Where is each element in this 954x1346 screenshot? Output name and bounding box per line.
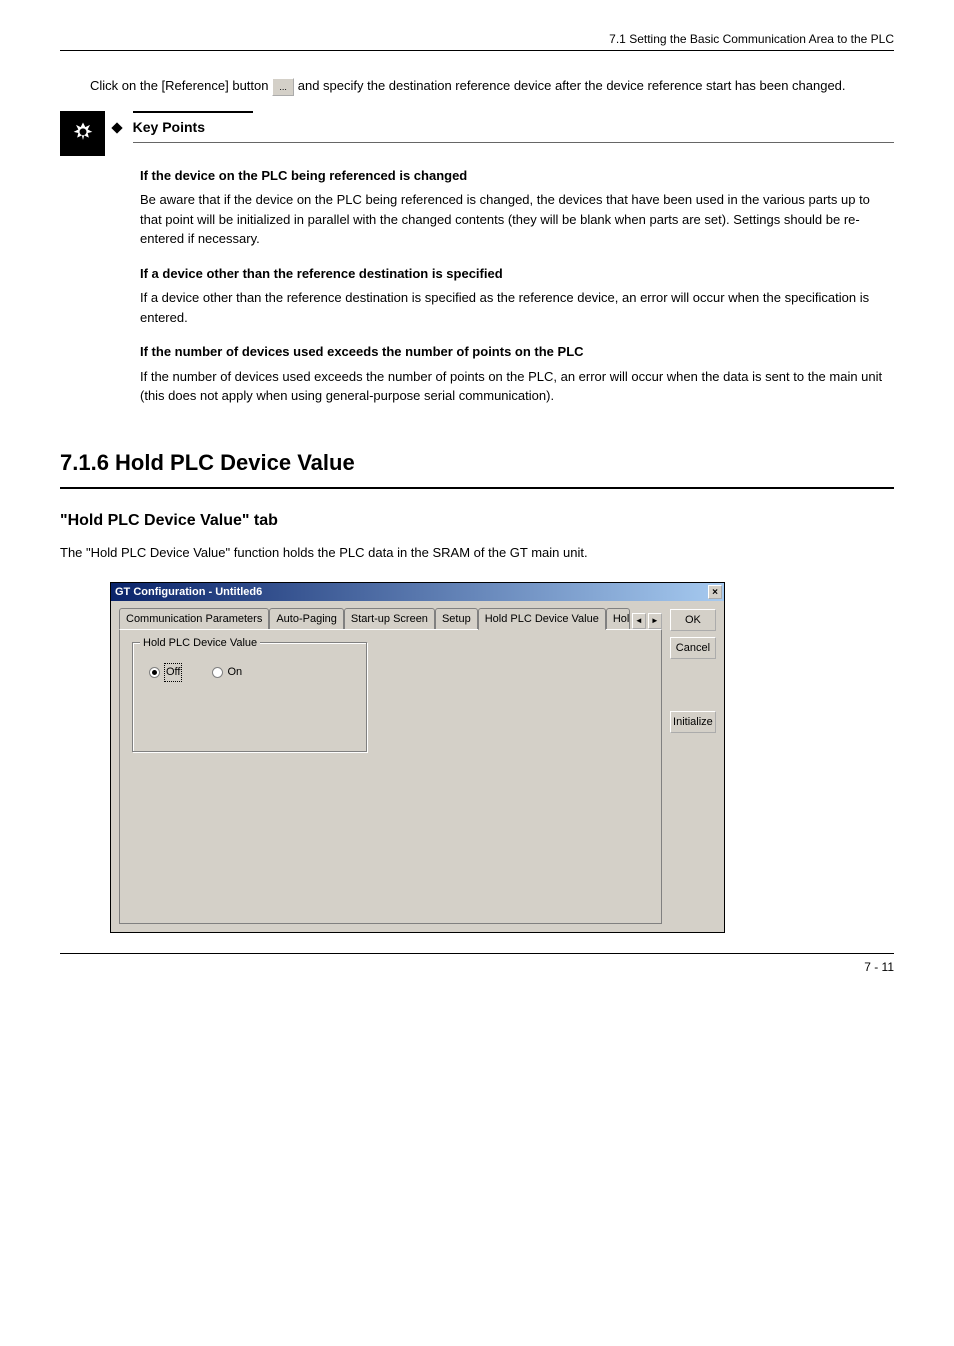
reference-paragraph: Click on the [Reference] button and spec… bbox=[90, 76, 894, 96]
header-right: 7.1 Setting the Basic Communication Area… bbox=[609, 30, 894, 48]
keypoints-title: Key Points bbox=[133, 119, 205, 135]
header-divider bbox=[60, 50, 894, 51]
radio-off[interactable]: Off bbox=[149, 663, 182, 682]
diamond-icon bbox=[111, 122, 122, 133]
keypoint-1-body: Be aware that if the device on the PLC b… bbox=[140, 190, 894, 249]
reference-text-pre: Click on the [Reference] button bbox=[90, 78, 272, 93]
radio-on-circle-icon bbox=[212, 667, 223, 678]
tab-scroll-right-icon[interactable]: ► bbox=[648, 613, 662, 629]
tab-content: Hold PLC Device Value Off On bbox=[119, 629, 662, 924]
section-heading: 7.1.6 Hold PLC Device Value bbox=[60, 446, 894, 479]
tabs-row: Communication Parameters Auto-Paging Sta… bbox=[119, 609, 662, 629]
keypoint-2-body: If a device other than the reference des… bbox=[140, 288, 894, 327]
tab-setup[interactable]: Setup bbox=[435, 608, 478, 630]
tab-communication-parameters[interactable]: Communication Parameters bbox=[119, 608, 269, 630]
reference-button-icon bbox=[272, 78, 294, 96]
close-icon[interactable]: × bbox=[708, 585, 722, 599]
section-divider bbox=[60, 487, 894, 489]
keypoint-3-body: If the number of devices used exceeds th… bbox=[140, 367, 894, 406]
initialize-button[interactable]: Initialize bbox=[670, 711, 716, 733]
subsection-heading: "Hold PLC Device Value" tab bbox=[60, 509, 894, 533]
radio-off-circle-icon bbox=[149, 667, 160, 678]
lightbulb-icon bbox=[60, 111, 105, 156]
tab-startup-screen[interactable]: Start-up Screen bbox=[344, 608, 435, 630]
keypoint-3-heading: If the number of devices used exceeds th… bbox=[140, 342, 894, 362]
keypoint-2-heading: If a device other than the reference des… bbox=[140, 264, 894, 284]
cancel-button[interactable]: Cancel bbox=[670, 637, 716, 659]
tab-partial[interactable]: Hol bbox=[606, 608, 630, 630]
page-number: 7 - 11 bbox=[60, 958, 894, 976]
radio-on-label: On bbox=[227, 664, 242, 681]
groupbox-title: Hold PLC Device Value bbox=[140, 635, 260, 652]
keypoint-1-heading: If the device on the PLC being reference… bbox=[140, 166, 894, 186]
radio-off-label: Off bbox=[164, 663, 182, 682]
reference-text-post: and specify the destination reference de… bbox=[298, 78, 846, 93]
keypoints-section: Key Points If the device on the PLC bein… bbox=[60, 111, 894, 406]
footer-divider bbox=[60, 953, 894, 954]
tab-scroll-left-icon[interactable]: ◄ bbox=[632, 613, 646, 629]
page-header: 7.1 Setting the Basic Communication Area… bbox=[60, 30, 894, 48]
dialog-title: GT Configuration - Untitled6 bbox=[115, 584, 262, 601]
hold-plc-groupbox: Hold PLC Device Value Off On bbox=[132, 642, 367, 752]
radio-on[interactable]: On bbox=[212, 663, 242, 682]
tab-auto-paging[interactable]: Auto-Paging bbox=[269, 608, 344, 630]
gt-configuration-dialog: GT Configuration - Untitled6 × Communica… bbox=[110, 582, 725, 933]
section-body: The "Hold PLC Device Value" function hol… bbox=[60, 543, 894, 563]
tab-hold-plc-device-value[interactable]: Hold PLC Device Value bbox=[478, 608, 606, 631]
dialog-titlebar: GT Configuration - Untitled6 × bbox=[111, 583, 724, 601]
ok-button[interactable]: OK bbox=[670, 609, 716, 631]
